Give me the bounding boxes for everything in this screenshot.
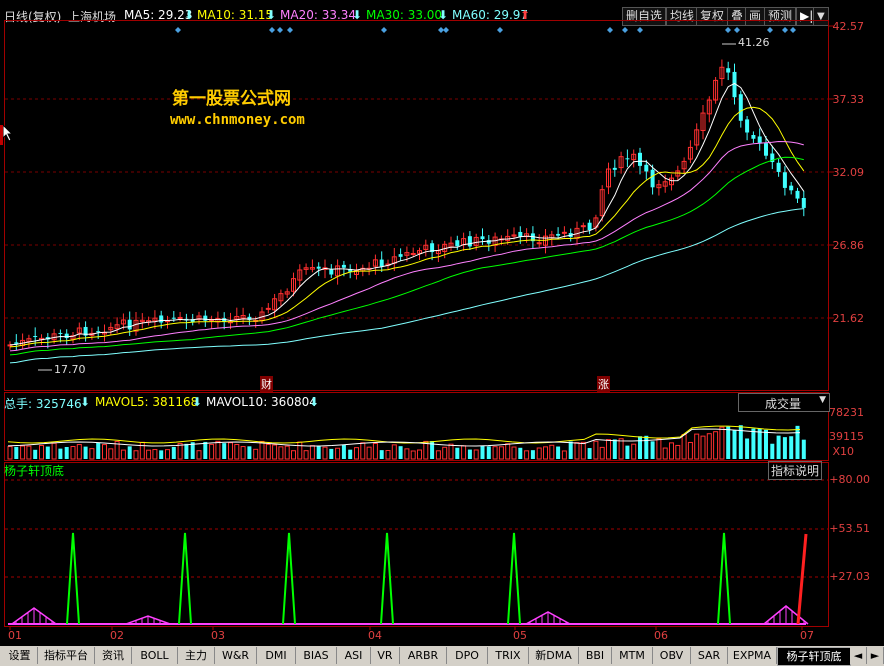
month-label: 05 <box>513 629 527 642</box>
tab-expma[interactable]: EXPMA <box>728 647 777 664</box>
tab-settings[interactable]: 设置 <box>2 647 38 664</box>
month-label: 02 <box>110 629 124 642</box>
indicator-panel-frame <box>4 462 829 627</box>
price-tick: 26.86 <box>832 239 865 252</box>
chevron-down-icon: ▼ <box>819 395 826 405</box>
tab-news[interactable]: 资讯 <box>95 647 132 664</box>
price-tick: 42.57 <box>832 20 865 33</box>
indicator-name: 杨子轩顶底 <box>4 464 65 478</box>
indicator-tick: +80.00 <box>829 473 870 486</box>
tab-bias[interactable]: BIAS <box>296 647 337 664</box>
month-label: 04 <box>368 629 382 642</box>
tab-indicator-platform[interactable]: 指标平台 <box>38 647 95 664</box>
kline-chart <box>4 20 834 630</box>
price-tick: 32.09 <box>832 166 865 179</box>
indicator-lines <box>8 532 809 625</box>
volume-scale: X10 <box>832 445 854 458</box>
volume-total: 总手: 325746 <box>4 397 82 411</box>
volume-selector[interactable]: 成交量 ▼ <box>738 393 830 412</box>
tab-dpo[interactable]: DPO <box>447 647 488 664</box>
tab-mtm[interactable]: MTM <box>612 647 653 664</box>
watermark-url: www.chnmoney.com <box>170 112 305 128</box>
watermark-title: 第一股票公式网 <box>172 89 291 109</box>
tab-boll[interactable]: BOLL <box>132 647 178 664</box>
volume-selector-label: 成交量 <box>765 397 802 411</box>
tab-scroll-right-icon[interactable]: ► <box>867 647 884 664</box>
mavol10-label: MAVOL10: 360804 <box>206 395 317 409</box>
event-markers <box>175 27 796 33</box>
price-panel-frame <box>4 20 829 391</box>
left-edge-marker <box>0 125 3 145</box>
tab-scroll-left-icon[interactable]: ◄ <box>850 647 867 664</box>
month-label: 06 <box>654 629 668 642</box>
high-price-label: 41.26 <box>738 36 770 49</box>
finance-badge[interactable]: 财 <box>260 376 273 392</box>
tab-new-dma[interactable]: 新DMA <box>529 647 579 664</box>
price-tick: 21.62 <box>832 312 865 325</box>
tab-yangzixuan-top-bottom[interactable]: 杨子轩顶底 <box>777 647 851 666</box>
tab-main-force[interactable]: 主力 <box>178 647 215 664</box>
tab-arbr[interactable]: ARBR <box>400 647 447 664</box>
volume-tick: 39115 <box>829 430 864 443</box>
indicator-tick: +53.51 <box>829 522 870 535</box>
month-label: 07 <box>800 629 814 642</box>
tab-obv[interactable]: OBV <box>653 647 691 664</box>
mavol5-label: MAVOL5: 381168 <box>95 395 199 409</box>
tab-bbi[interactable]: BBI <box>579 647 612 664</box>
tab-trix[interactable]: TRIX <box>488 647 529 664</box>
volume-bars <box>7 425 806 460</box>
volume-total-down-icon: ⬇ <box>80 395 91 409</box>
volume-tick: 78231 <box>829 406 864 419</box>
mavol5-down-icon: ⬇ <box>192 395 203 409</box>
price-grid <box>5 98 828 319</box>
low-price-label: 17.70 <box>54 363 86 376</box>
month-label: 03 <box>211 629 225 642</box>
mavol10-down-icon: ⬇ <box>309 395 320 409</box>
price-tick: 37.33 <box>832 93 865 106</box>
limit-up-badge[interactable]: 涨 <box>597 376 610 392</box>
indicator-help-button[interactable]: 指标说明 <box>768 461 823 480</box>
tab-dmi[interactable]: DMI <box>257 647 296 664</box>
candlesticks <box>7 59 806 351</box>
tab-sar[interactable]: SAR <box>691 647 728 664</box>
indicator-tick: +27.03 <box>829 570 870 583</box>
tab-wr[interactable]: W&R <box>215 647 257 664</box>
indicator-grid <box>5 479 828 578</box>
mouse-cursor-icon <box>2 124 14 142</box>
tab-vr[interactable]: VR <box>371 647 400 664</box>
tab-asi[interactable]: ASI <box>337 647 371 664</box>
month-label: 01 <box>8 629 22 642</box>
